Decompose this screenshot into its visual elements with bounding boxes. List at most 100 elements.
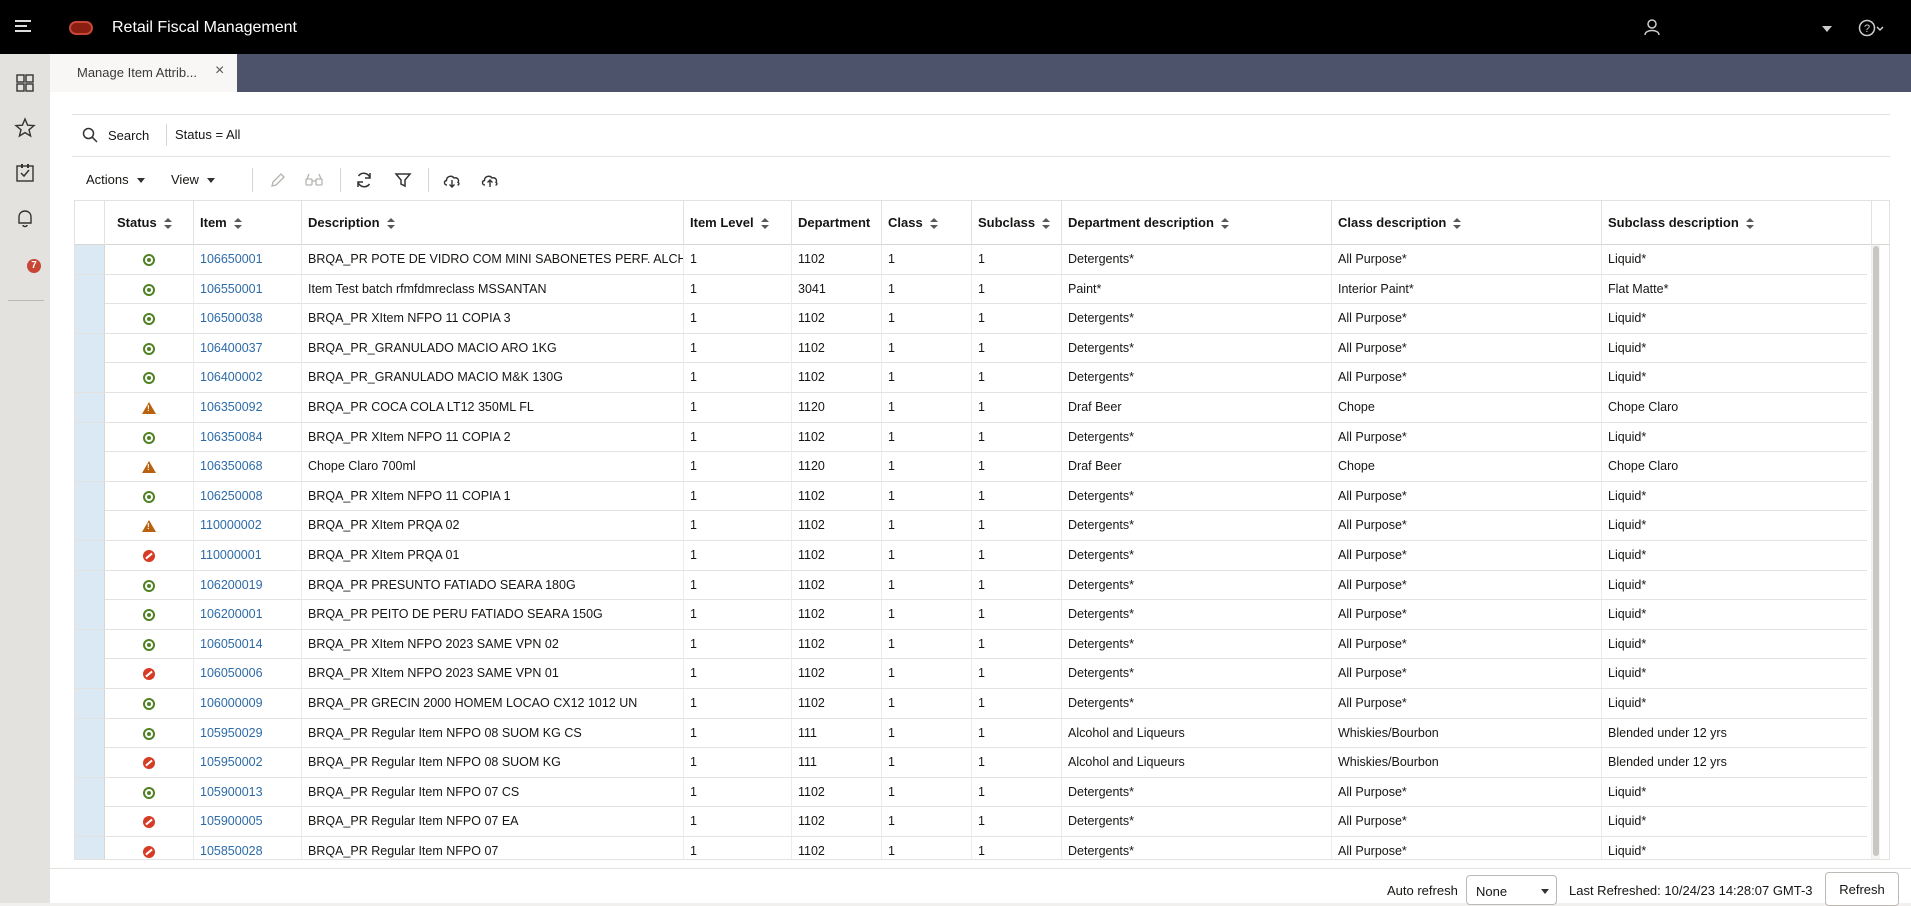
view-glasses-icon[interactable] <box>304 170 324 190</box>
sort-icon[interactable] <box>760 217 769 230</box>
cell-item[interactable]: 105900013 <box>194 777 302 807</box>
row-selector[interactable] <box>75 600 105 630</box>
row-selector[interactable] <box>75 659 105 689</box>
table-row[interactable]: 106650001 BRQA_PR POTE DE VIDRO COM MINI … <box>75 245 1872 275</box>
tab-manage-item-attributes[interactable]: Manage Item Attrib... × <box>50 54 237 92</box>
cell-item[interactable]: 105950002 <box>194 748 302 778</box>
edit-pencil-icon[interactable] <box>268 170 288 190</box>
column-header-class[interactable]: Class <box>882 201 972 245</box>
user-menu-chevron-down-icon[interactable] <box>1822 26 1832 32</box>
row-selector[interactable] <box>75 274 105 304</box>
view-menu-button[interactable]: View <box>171 172 215 187</box>
cell-item[interactable]: 106250008 <box>194 481 302 511</box>
column-header-department[interactable]: Department <box>792 201 882 245</box>
cell-item[interactable]: 105850028 <box>194 837 302 859</box>
row-selector[interactable] <box>75 363 105 393</box>
table-row[interactable]: 106500038 BRQA_PR XItem NFPO 11 COPIA 311… <box>75 304 1872 334</box>
notifications-bell-icon[interactable] <box>14 207 36 229</box>
column-header-subclass[interactable]: Subclass <box>972 201 1062 245</box>
cell-item[interactable]: 106350092 <box>194 393 302 422</box>
row-selector[interactable] <box>75 748 105 778</box>
table-row[interactable]: 106050014 BRQA_PR XItem NFPO 2023 SAME VP… <box>75 629 1872 660</box>
table-row[interactable]: 106250008 BRQA_PR XItem NFPO 11 COPIA 111… <box>75 481 1872 512</box>
table-row[interactable]: 110000002BRQA_PR XItem PRQA 021110211Det… <box>75 511 1872 541</box>
table-row[interactable]: 106400037 BRQA_PR_GRANULADO MACIO ARO 1KG… <box>75 333 1872 364</box>
hamburger-menu-icon[interactable] <box>13 16 33 36</box>
table-row[interactable]: 105950002 BRQA_PR Regular Item NFPO 08 SU… <box>75 748 1872 778</box>
row-selector[interactable] <box>75 245 105 274</box>
column-header-status[interactable]: Status <box>105 201 194 245</box>
row-selector[interactable] <box>75 452 105 482</box>
column-header-description[interactable]: Description <box>302 201 684 245</box>
cell-item[interactable]: 106400002 <box>194 363 302 393</box>
cell-item[interactable]: 110000002 <box>194 511 302 541</box>
cell-item[interactable]: 106550001 <box>194 274 302 304</box>
actions-menu-button[interactable]: Actions <box>86 172 145 187</box>
row-selector[interactable] <box>75 333 105 363</box>
column-header-subclass-description[interactable]: Subclass description <box>1602 201 1872 245</box>
table-row[interactable]: 110000001 BRQA_PR XItem PRQA 01 1 1102 1 1 Det… <box>75 541 1872 571</box>
row-selector[interactable] <box>75 718 105 748</box>
table-row[interactable]: 106050006 BRQA_PR XItem NFPO 2023 SAME VP… <box>75 659 1872 689</box>
row-selector[interactable] <box>75 541 105 570</box>
cell-item[interactable]: 106200019 <box>194 570 302 600</box>
tab-close-icon[interactable]: × <box>215 62 224 80</box>
cell-item[interactable]: 106200001 <box>194 600 302 630</box>
sort-icon[interactable] <box>1745 217 1754 230</box>
row-selector[interactable] <box>75 511 105 541</box>
sort-icon[interactable] <box>163 217 172 230</box>
row-selector[interactable] <box>75 570 105 600</box>
help-icon[interactable]: ? <box>1858 18 1884 38</box>
vertical-scrollbar[interactable] <box>1872 245 1880 859</box>
select-all-header[interactable] <box>75 201 105 245</box>
favorites-star-icon[interactable] <box>14 117 36 139</box>
sort-icon[interactable] <box>386 217 395 230</box>
scrollbar-thumb[interactable] <box>1873 246 1879 856</box>
search-filter-chip[interactable]: Status = All <box>175 127 240 142</box>
row-selector[interactable] <box>75 777 105 807</box>
column-header-department-description[interactable]: Department description <box>1062 201 1332 245</box>
cell-item[interactable]: 110000001 <box>194 541 302 570</box>
table-row[interactable]: 105850028 BRQA_PR Regular Item NFPO 07 1 11… <box>75 837 1872 859</box>
table-row[interactable]: 106200001 BRQA_PR PEITO DE PERU FATIADO S… <box>75 600 1872 630</box>
auto-refresh-select[interactable]: None <box>1466 875 1557 905</box>
user-icon[interactable] <box>1642 17 1662 37</box>
cell-item[interactable]: 106050006 <box>194 659 302 689</box>
search-icon[interactable] <box>82 127 98 143</box>
download-cloud-icon[interactable] <box>442 170 462 190</box>
row-selector[interactable] <box>75 837 105 859</box>
row-selector[interactable] <box>75 481 105 511</box>
tasks-checklist-icon[interactable] <box>14 162 36 184</box>
table-row[interactable]: 105950029 BRQA_PR Regular Item NFPO 08 SU… <box>75 718 1872 749</box>
row-selector[interactable] <box>75 422 105 452</box>
cell-item[interactable]: 105950029 <box>194 718 302 748</box>
sort-icon[interactable] <box>1042 217 1051 230</box>
cell-item[interactable]: 106350068 <box>194 452 302 482</box>
table-row[interactable]: 106000009 BRQA_PR GRECIN 2000 HOMEM LOCAO… <box>75 689 1872 719</box>
table-row[interactable]: 106550001 Item Test batch rfmfdmreclass M… <box>75 274 1872 305</box>
row-selector[interactable] <box>75 807 105 837</box>
row-selector[interactable] <box>75 304 105 334</box>
cell-item[interactable]: 106000009 <box>194 689 302 718</box>
row-selector[interactable] <box>75 689 105 718</box>
table-row[interactable]: 106400002 BRQA_PR_GRANULADO MACIO M&K 130… <box>75 363 1872 393</box>
cell-item[interactable]: 105900005 <box>194 807 302 837</box>
dashboard-grid-icon[interactable] <box>14 72 36 94</box>
refresh-button[interactable]: Refresh <box>1825 872 1899 906</box>
upload-cloud-icon[interactable] <box>480 170 500 190</box>
cell-item[interactable]: 106400037 <box>194 333 302 363</box>
table-row[interactable]: 105900005 BRQA_PR Regular Item NFPO 07 EA… <box>75 807 1872 837</box>
refresh-icon[interactable] <box>354 170 374 190</box>
sort-icon[interactable] <box>1453 217 1462 230</box>
column-header-class-description[interactable]: Class description <box>1332 201 1602 245</box>
cell-item[interactable]: 106350084 <box>194 422 302 452</box>
table-row[interactable]: 106200019 BRQA_PR PRESUNTO FATIADO SEARA … <box>75 570 1872 601</box>
column-header-item-level[interactable]: Item Level <box>684 201 792 245</box>
filter-funnel-icon[interactable] <box>393 170 413 190</box>
table-row[interactable]: 106350084 BRQA_PR XItem NFPO 11 COPIA 211… <box>75 422 1872 453</box>
sort-icon[interactable] <box>233 217 242 230</box>
sort-icon[interactable] <box>1220 217 1229 230</box>
cell-item[interactable]: 106050014 <box>194 629 302 659</box>
column-header-item[interactable]: Item <box>194 201 302 245</box>
sort-icon[interactable] <box>929 217 938 230</box>
